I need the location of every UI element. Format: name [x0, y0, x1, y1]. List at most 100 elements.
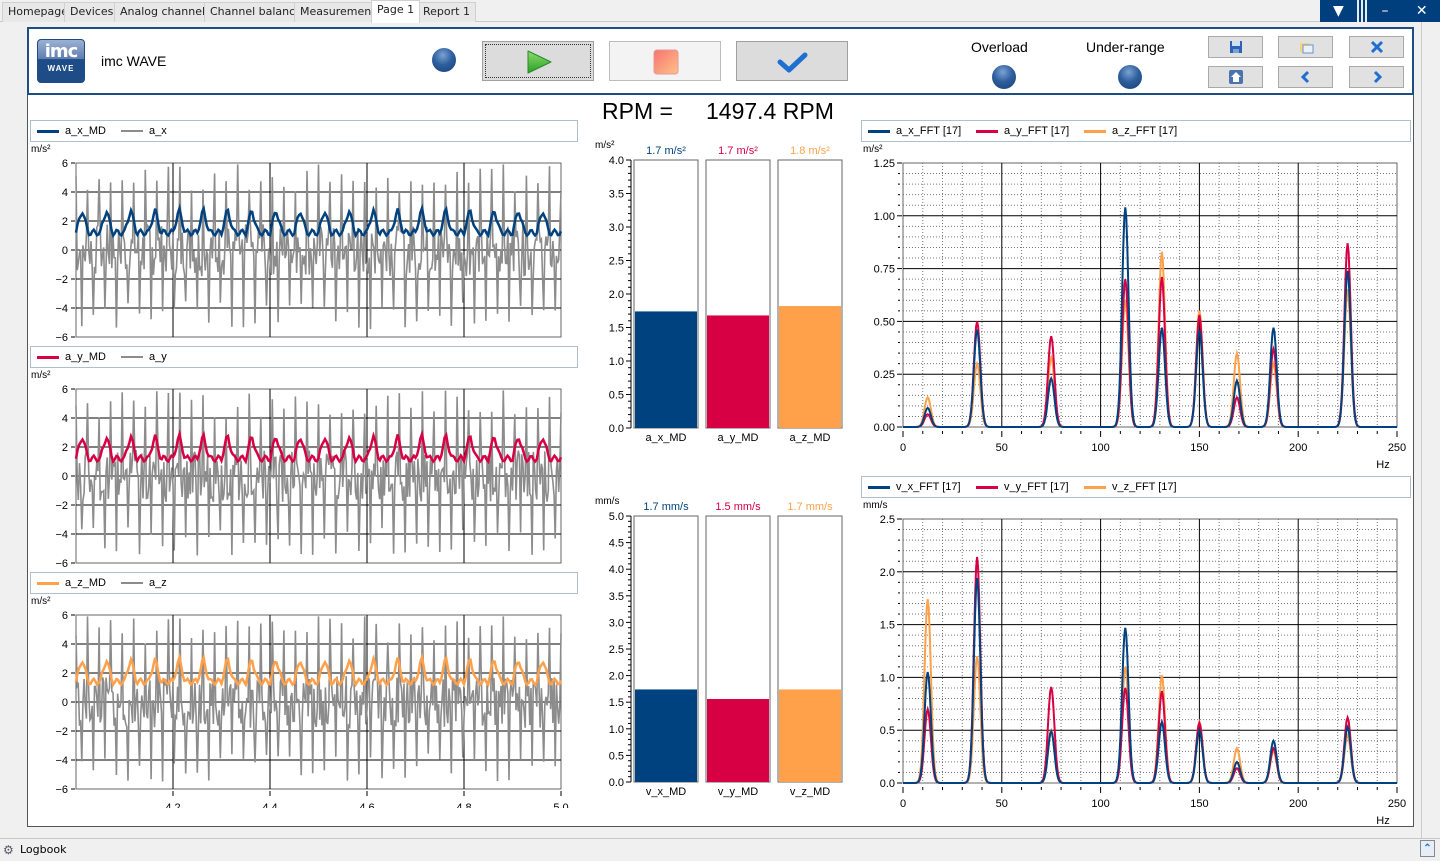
bar-value-label: 1.7 m/s² — [646, 145, 686, 157]
x-tick-label: 150 — [1190, 442, 1208, 454]
y-axis-unit: m/s² — [31, 370, 51, 381]
chart-legend: a_y_MD a_y — [30, 346, 578, 368]
legend-label: v_x_FFT [17] — [896, 481, 961, 493]
legend-label: a_z_FFT [17] — [1112, 125, 1178, 137]
bar-value-label: 1.7 mm/s — [787, 501, 833, 513]
legend-swatch — [976, 129, 998, 133]
minimize-icon[interactable]: – — [1367, 0, 1404, 22]
legend-swatch — [37, 355, 59, 359]
y-tick-label: 4 — [62, 187, 68, 199]
fft-chart: 2.5 2.0 1.5 1.0 0.5 0.0 0 50 100 150 200 250 Hz — [880, 514, 1406, 827]
bar — [707, 699, 769, 782]
y-tick-label: 4 — [62, 413, 68, 425]
legend-swatch — [1084, 485, 1106, 489]
y-tick-label: 2 — [62, 216, 68, 228]
next-icon — [1373, 70, 1382, 84]
time-chart: 6420−2−4−64.24.44.64.85.0s — [55, 610, 568, 808]
legend-label: v_z_FFT [17] — [1112, 481, 1177, 493]
tab-measurement[interactable]: Measurement — [294, 2, 382, 22]
bar-value-label: 1.7 mm/s — [643, 501, 689, 513]
next-button[interactable] — [1349, 66, 1404, 88]
bar-category-label: v_x_MD — [646, 786, 686, 798]
legend-label: a_y_FFT [17] — [1004, 125, 1070, 137]
vertical-scrollbar[interactable] — [1421, 22, 1440, 838]
x-tick-label: 200 — [1289, 442, 1307, 454]
y-tick-label: 0.00 — [874, 422, 895, 434]
x-tick-label: 4.4 — [262, 802, 277, 808]
chart-legend: a_x_FFT [17] a_y_FFT [17] a_z_FFT [17] — [861, 120, 1411, 142]
x-tick-label: 50 — [996, 442, 1008, 454]
bar — [707, 315, 769, 428]
logo-text: imc — [44, 41, 79, 62]
legend-label: a_y — [149, 351, 167, 363]
y-tick-label: 0.5 — [609, 750, 624, 762]
y-tick-label: −4 — [55, 755, 68, 767]
x-tick-label: 50 — [996, 798, 1008, 810]
tab-channel-balance[interactable]: Channel balance — [204, 2, 308, 22]
y-tick-label: 1.0 — [880, 672, 895, 684]
tab-report-1[interactable]: Report 1 — [417, 2, 476, 22]
home-button[interactable] — [1208, 66, 1263, 88]
check-icon — [777, 52, 808, 73]
save-button[interactable] — [1208, 36, 1263, 58]
stop-icon — [653, 49, 679, 75]
close-window-icon[interactable]: ✕ — [1403, 0, 1440, 22]
y-axis-unit: m/s² — [31, 596, 51, 607]
grip-handle[interactable] — [1356, 0, 1367, 22]
confirm-button[interactable] — [736, 41, 848, 81]
y-tick-label: 0.0 — [880, 778, 895, 790]
y-tick-label: 1.5 — [609, 697, 624, 709]
y-tick-label: 5.0 — [609, 511, 624, 523]
x-tick-label: 0 — [900, 798, 906, 810]
y-tick-label: 2 — [62, 668, 68, 680]
x-tick-label: 4.6 — [359, 802, 374, 808]
tab-analog-channels[interactable]: Analog channels — [114, 2, 217, 22]
legend-item: a_z_MD — [37, 577, 106, 589]
y-tick-label: −2 — [55, 726, 68, 738]
y-tick-label: 0 — [62, 471, 68, 483]
home-icon — [1228, 70, 1243, 84]
previous-button[interactable] — [1278, 66, 1333, 88]
stop-button[interactable] — [609, 41, 721, 81]
logo-subtext: WAVE — [47, 64, 75, 73]
status-led — [432, 48, 456, 72]
fft-chart: 1.25 1.00 0.75 0.50 0.25 0.00 0 50 100 150 200 250 H… — [874, 158, 1407, 471]
y-tick-label: 6 — [62, 384, 68, 396]
legend-swatch — [37, 581, 59, 585]
legend-swatch — [121, 130, 143, 132]
logbook-bar[interactable]: ⚙ Logbook — [0, 838, 1440, 860]
y-tick-label: 2 — [62, 442, 68, 454]
legend-item: a_z_FFT [17] — [1084, 125, 1177, 137]
bar-category-label: a_z_MD — [790, 432, 831, 444]
x-axis-label: Hz — [1376, 815, 1389, 827]
legend-item: v_x_FFT [17] — [868, 481, 961, 493]
legend-item: a_y_FFT [17] — [976, 125, 1069, 137]
dropdown-menu-icon[interactable]: ▼ — [1320, 0, 1357, 22]
logbook-label: Logbook — [20, 843, 67, 856]
legend-item: v_y_FFT [17] — [976, 481, 1069, 493]
y-tick-label: 3.5 — [609, 591, 624, 603]
close-button[interactable] — [1349, 36, 1404, 58]
x-tick-label: 150 — [1190, 798, 1208, 810]
bar-value-label: 1.5 mm/s — [715, 501, 761, 513]
rpm-label: RPM = — [602, 98, 673, 124]
y-tick-label: 0.5 — [880, 725, 895, 737]
open-button[interactable] — [1278, 36, 1333, 58]
y-tick-label: 4.0 — [609, 564, 624, 576]
header-bar: imc WAVE imc WAVE Overload Under-range — [27, 27, 1414, 95]
open-folder-icon — [1299, 43, 1313, 54]
y-tick-label: 2.0 — [880, 567, 895, 579]
tab-devices[interactable]: Devices — [64, 2, 120, 22]
y-tick-label: 2.0 — [609, 671, 624, 683]
start-button[interactable] — [482, 41, 594, 81]
y-tick-label: 1.00 — [874, 211, 895, 223]
y-tick-label: 6 — [62, 158, 68, 170]
y-tick-label: 1.0 — [609, 724, 624, 736]
chart-legend: v_x_FFT [17] v_y_FFT [17] v_z_FFT [17] — [861, 476, 1411, 498]
tab-page-1[interactable]: Page 1 — [371, 0, 421, 23]
window-controls: ▼ – ✕ — [1320, 0, 1440, 22]
expand-up-icon[interactable]: ⌃ — [1420, 840, 1435, 857]
x-tick-label: 5.0 — [553, 802, 568, 808]
y-tick-label: 2.5 — [880, 514, 895, 526]
bar-chart: 4.0 3.5 3.0 2.5 2.0 1.5 1.0 0.5 0.0 1.7 m/s² a_x_M… — [609, 145, 843, 444]
